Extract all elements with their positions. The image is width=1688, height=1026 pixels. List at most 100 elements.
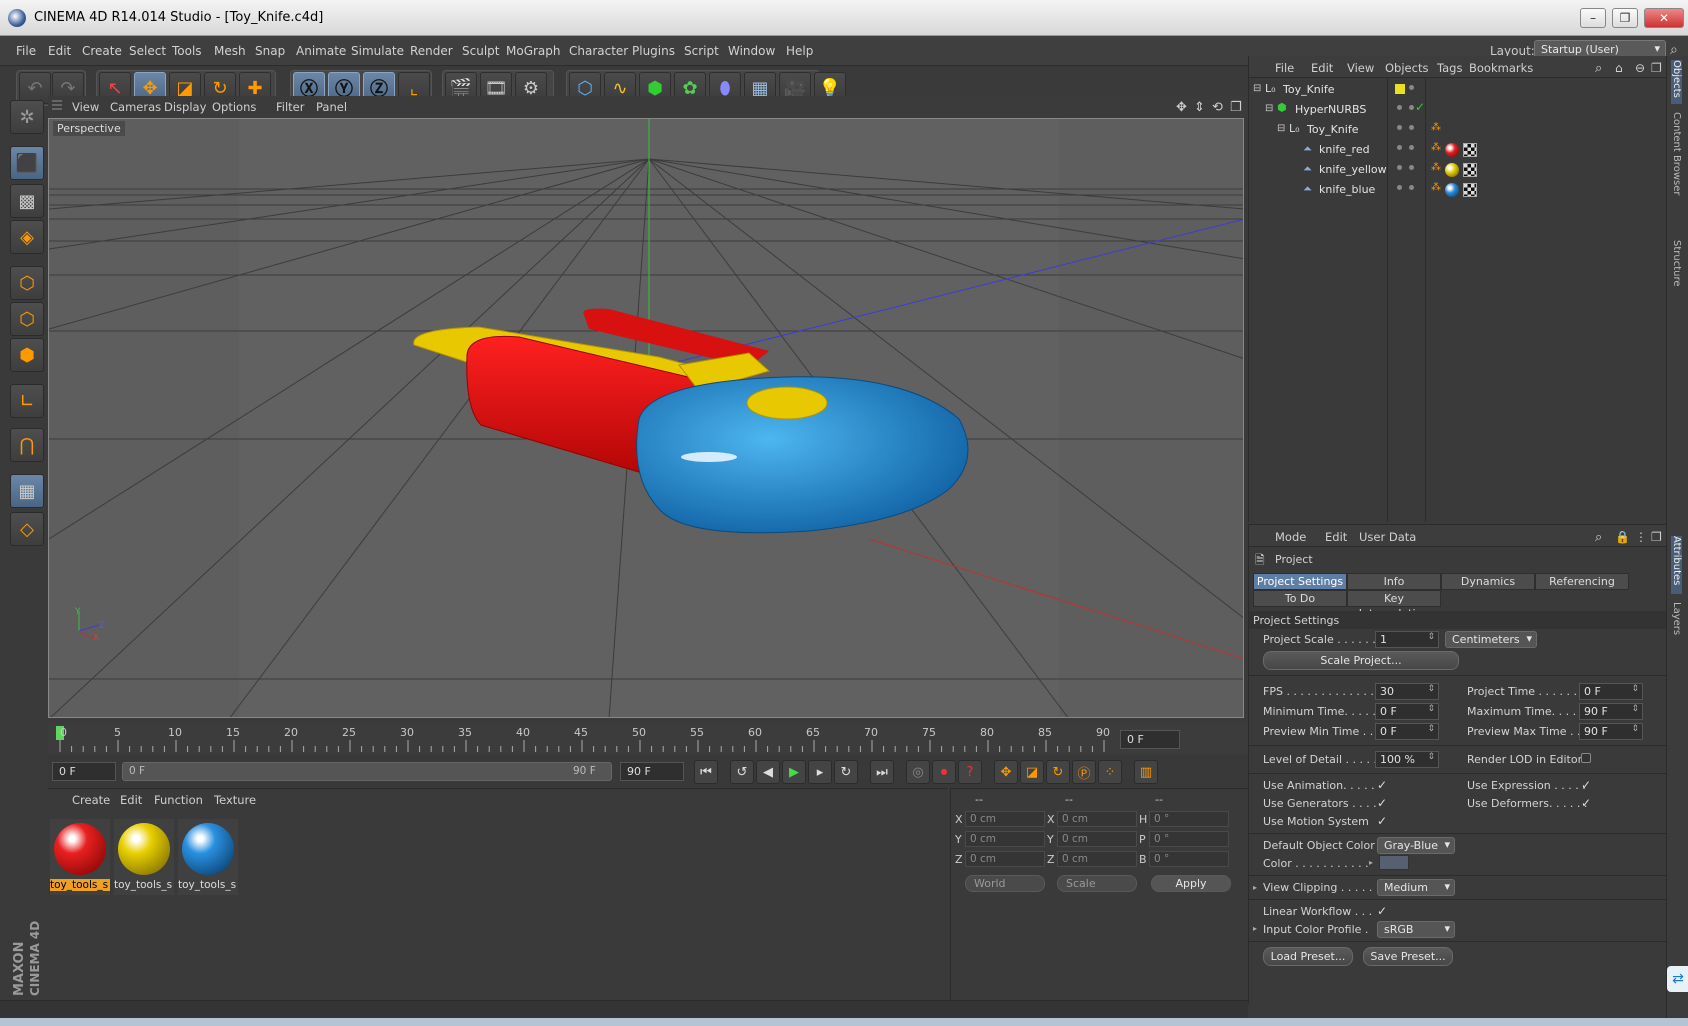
visibility-dot[interactable]	[1409, 145, 1414, 150]
render-lod-checkbox[interactable]	[1581, 753, 1591, 763]
menu-window[interactable]: Window	[728, 44, 775, 58]
menu-mesh[interactable]: Mesh	[214, 44, 246, 58]
rotation-b-field[interactable]: 0 °	[1149, 851, 1229, 867]
preview-min-field[interactable]: 0 F	[1375, 723, 1439, 740]
use-motion-checkbox[interactable]: ✓	[1377, 815, 1389, 827]
objects-new-window-icon[interactable]: ❐	[1651, 61, 1662, 75]
tab-to-do[interactable]: To Do	[1253, 590, 1347, 607]
material-menu-texture[interactable]: Texture	[214, 793, 256, 807]
menu-animate[interactable]: Animate	[296, 44, 346, 58]
side-tab-layers[interactable]: Layers	[1671, 602, 1682, 642]
object-row-knife-red[interactable]: ⏶ knife_red ⁂	[1249, 140, 1667, 160]
phong-tag-icon[interactable]: ⁂	[1431, 142, 1441, 153]
menu-create[interactable]: Create	[82, 44, 122, 58]
position-y-field[interactable]: 0 cm	[965, 831, 1045, 847]
default-object-color-dropdown[interactable]: Gray-Blue	[1377, 837, 1455, 854]
menu-mograph[interactable]: MoGraph	[506, 44, 561, 58]
object-row-toy-knife-child[interactable]: ⊟ ᒪ₀ Toy_Knife ⁂	[1249, 120, 1667, 140]
workplane-mode-icon[interactable]: ◈	[10, 220, 44, 254]
rotation-h-field[interactable]: 0 °	[1149, 811, 1229, 827]
toggle-view-icon[interactable]: ❐	[1230, 100, 1242, 115]
menu-character[interactable]: Character	[569, 44, 628, 58]
objects-menu-tags[interactable]: Tags	[1437, 61, 1462, 75]
dolly-view-icon[interactable]: ⇕	[1194, 100, 1205, 115]
minimum-time-field[interactable]: 0 F	[1375, 703, 1439, 720]
material-swatch-blue[interactable]: toy_tools_s	[178, 819, 238, 895]
phong-tag-icon[interactable]: ⁂	[1431, 122, 1441, 133]
tab-info[interactable]: Info	[1347, 573, 1441, 590]
attr-menu-mode[interactable]: Mode	[1275, 530, 1306, 544]
material-tag-red[interactable]	[1445, 143, 1459, 157]
minimize-button[interactable]: –	[1580, 8, 1606, 28]
position-z-field[interactable]: 0 cm	[965, 851, 1045, 867]
go-to-start-button[interactable]: ⏮	[694, 760, 718, 784]
use-animation-checkbox[interactable]: ✓	[1377, 779, 1389, 791]
visibility-dot[interactable]	[1397, 185, 1402, 190]
tab-referencing[interactable]: Referencing	[1535, 573, 1629, 590]
color-swatch[interactable]	[1379, 855, 1409, 870]
view-clipping-dropdown[interactable]: Medium	[1377, 879, 1455, 896]
previous-frame-button[interactable]: ◀	[756, 760, 780, 784]
visibility-dot[interactable]	[1409, 85, 1414, 90]
use-deformers-checkbox[interactable]: ✓	[1581, 797, 1593, 809]
use-generators-checkbox[interactable]: ✓	[1377, 797, 1389, 809]
menu-tools[interactable]: Tools	[172, 44, 202, 58]
size-z-field[interactable]: 0 cm	[1057, 851, 1137, 867]
attr-new-window-icon[interactable]: ❐	[1651, 530, 1662, 544]
scale-unit-dropdown[interactable]: Centimeters	[1445, 631, 1537, 648]
side-tab-structure[interactable]: Structure	[1671, 240, 1682, 296]
start-frame-field[interactable]: 0 F	[52, 762, 116, 781]
polygons-mode-icon[interactable]: ⬢	[10, 338, 44, 372]
snap-magnet-icon[interactable]: ⋂	[10, 428, 44, 462]
maximize-button[interactable]: ❐	[1612, 8, 1638, 28]
3d-viewport[interactable]: Perspective Y X Z	[48, 118, 1244, 718]
viewport-menu-display[interactable]: Display	[164, 100, 206, 114]
menu-simulate[interactable]: Simulate	[351, 44, 404, 58]
objects-search-icon[interactable]: ⌕	[1595, 61, 1602, 76]
rotation-p-field[interactable]: 0 °	[1149, 831, 1229, 847]
objects-menu-view[interactable]: View	[1347, 61, 1374, 75]
material-menu-function[interactable]: Function	[154, 793, 203, 807]
visibility-dot[interactable]	[1409, 125, 1414, 130]
attr-search-icon[interactable]: ⌕	[1595, 530, 1602, 545]
material-tag-yellow[interactable]	[1445, 163, 1459, 177]
attr-menu-edit[interactable]: Edit	[1325, 530, 1347, 544]
attr-lock-icon[interactable]: 🔒	[1615, 530, 1630, 544]
scale-dropdown[interactable]: Scale	[1057, 875, 1137, 892]
side-tab-content-browser[interactable]: Content Browser	[1671, 112, 1682, 232]
key-rotation-icon[interactable]: ↻	[1046, 760, 1070, 784]
input-color-profile-dropdown[interactable]: sRGB	[1377, 921, 1455, 938]
use-expression-checkbox[interactable]: ✓	[1581, 779, 1593, 791]
planar-workplane-icon[interactable]: ◇	[10, 512, 44, 546]
objects-menu-file[interactable]: File	[1275, 61, 1294, 75]
material-swatch-yellow[interactable]: toy_tools_s	[114, 819, 174, 895]
view-clipping-expand-icon[interactable]: ▸	[1253, 883, 1257, 892]
menu-file[interactable]: File	[16, 44, 36, 58]
uvw-tag-icon[interactable]	[1463, 163, 1477, 177]
object-row-hypernurbs[interactable]: ⊟ ⬢ HyperNURBS ✓	[1249, 100, 1667, 120]
object-row-toy-knife-root[interactable]: ⊟ ᒪ₀ Toy_Knife	[1249, 80, 1667, 100]
tab-dynamics[interactable]: Dynamics	[1441, 573, 1535, 590]
objects-home-icon[interactable]: ⌂	[1615, 61, 1623, 75]
range-slider[interactable]: 0 F 90 F	[122, 762, 612, 781]
objects-menu-bookmarks[interactable]: Bookmarks	[1469, 61, 1533, 75]
world-dropdown[interactable]: World	[965, 875, 1045, 892]
viewport-menu-panel[interactable]: Panel	[316, 100, 347, 114]
pan-view-icon[interactable]: ✥	[1176, 100, 1187, 115]
object-row-knife-yellow[interactable]: ⏶ knife_yellow ⁂	[1249, 160, 1667, 180]
record-active-icon[interactable]: ◎	[906, 760, 930, 784]
expand-icon[interactable]: ⊟	[1277, 123, 1285, 134]
uvw-tag-icon[interactable]	[1463, 143, 1477, 157]
expand-icon[interactable]: ⊟	[1253, 83, 1261, 94]
key-point-level-icon[interactable]: ⁘	[1098, 760, 1122, 784]
enabled-check-icon[interactable]: ✓	[1415, 100, 1425, 114]
layer-color-swatch[interactable]	[1395, 84, 1405, 94]
key-scale-icon[interactable]: ◪	[1020, 760, 1044, 784]
maximum-time-field[interactable]: 90 F	[1579, 703, 1643, 720]
size-x-field[interactable]: 0 cm	[1057, 811, 1137, 827]
key-position-icon[interactable]: ✥	[994, 760, 1018, 784]
position-x-field[interactable]: 0 cm	[965, 811, 1045, 827]
project-scale-field[interactable]: 1	[1375, 631, 1439, 648]
visibility-dot[interactable]	[1409, 105, 1414, 110]
attr-history-icon[interactable]: ⋮	[1635, 530, 1647, 544]
